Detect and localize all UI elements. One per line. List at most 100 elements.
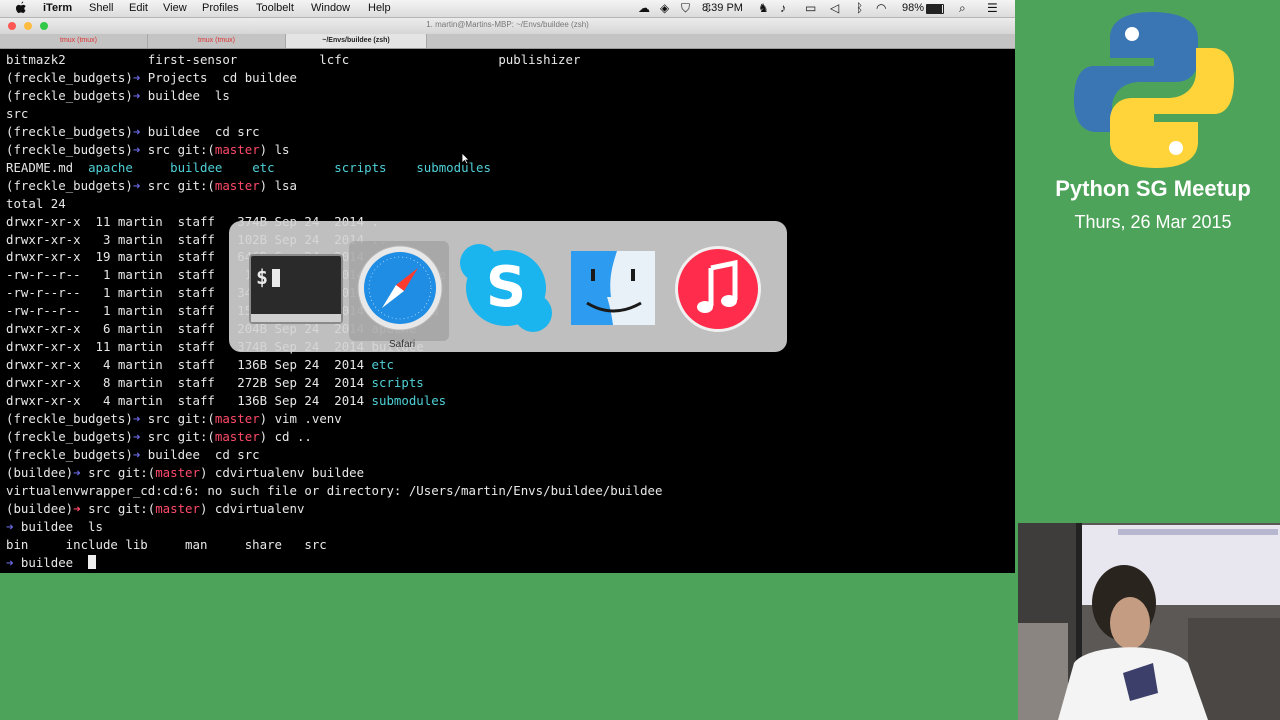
terminal-text: apache [88,159,133,175]
terminal-text: src git:( [147,141,215,157]
terminal-line: (freckle_budgets)➜ src git:(master) ls [6,141,290,159]
wifi-icon[interactable]: ◠ [876,1,886,15]
terminal-text: (freckle_budgets) [6,141,133,157]
terminal-text: drwxr-xr-x 8 martin staff 272B Sep 24 20… [6,375,372,391]
app-switcher-safari[interactable] [349,241,449,341]
terminal-text: master [214,177,260,193]
bell-icon[interactable]: ♪ [780,1,786,15]
tab-bar: tmux (tmux) tmux (tmux) ~/Envs/buildee (… [0,34,1015,49]
terminal-text: etc [252,159,275,175]
svg-text:$: $ [256,265,268,289]
app-switcher-itunes[interactable] [667,241,767,341]
terminal-text: src git:( [88,500,156,516]
terminal-text: ➜ [132,177,148,193]
dropbox-icon[interactable]: ◈ [660,1,669,15]
search-icon[interactable]: ⌕ [959,1,966,16]
terminal-text: virtualenvwrapper_cd:cd:6: no such file … [6,482,663,498]
terminal-line: (freckle_budgets)➜ buildee cd src [6,123,260,141]
app-switcher-label: Safari [388,339,416,350]
terminal-line: ➜ buildee ls [6,518,103,536]
terminal-text: drwxr-xr-x 4 martin staff 136B Sep 24 20… [6,393,372,409]
terminal-icon: $ [249,254,343,329]
terminal-text: bitmazk2 first-sensor lcfc publishizer [6,52,581,67]
meetup-title: Python SG Meetup [1055,176,1251,201]
terminal-line: bitmazk2 first-sensor lcfc publishizer [6,51,580,69]
meetup-date: Thurs, 26 Mar 2015 [1074,212,1232,232]
terminal-text: (freckle_budgets) [6,87,133,103]
terminal-text: buildee cd src [147,123,260,139]
tab-tmux-2[interactable]: tmux (tmux) [148,34,286,48]
terminal-text: bin include lib man share src [6,536,327,552]
mouse-cursor [461,152,470,170]
terminal-text: etc [371,357,394,373]
terminal-text: src git:( [147,411,215,426]
terminal-text: (freckle_budgets) [6,411,133,426]
terminal-text: ➜ [132,411,148,426]
menu-app-name[interactable]: iTerm [43,2,72,14]
terminal-text: master [214,411,260,426]
terminal-line: drwxr-xr-x 4 martin staff 136B Sep 24 20… [6,356,394,374]
terminal-line: (freckle_budgets)➜ Projects cd buildee [6,69,297,87]
terminal-text: master [155,464,200,480]
terminal-text: drwxr-xr-x 4 martin staff 136B Sep 24 20… [6,357,372,373]
terminal-text: src [6,105,29,121]
menu-view[interactable]: View [163,2,187,14]
battery-percent[interactable]: 98% [902,2,924,14]
display-icon[interactable]: ▭ [805,1,816,15]
finder-icon [571,251,655,330]
tab-tmux-1[interactable]: tmux (tmux) [10,34,148,48]
shield-icon[interactable]: ⛉ [681,1,690,16]
menu-shell[interactable]: Shell [89,2,113,14]
menu-edit[interactable]: Edit [129,2,148,14]
terminal-line: total 24 [6,195,66,213]
safari-icon [356,244,444,337]
terminal-text: Projects cd buildee [147,69,297,85]
terminal-text: scripts [334,159,387,175]
window-titlebar: 1. martin@Martins-MBP: ~/Envs/buildee (z… [0,18,1015,34]
terminal-line: README.md apache buildee etc scripts sub… [6,159,491,177]
terminal-text: submodules [371,393,447,409]
volume-icon[interactable]: ◁ [830,1,839,15]
clock[interactable]: 8:39 PM [702,2,743,14]
app-switcher-iterm[interactable]: $ [245,241,345,341]
terminal-text: (freckle_budgets) [6,69,133,85]
app-switcher-finder[interactable] [561,241,661,341]
terminal-line: (freckle_budgets)➜ buildee ls [6,87,230,105]
menu-help[interactable]: Help [368,2,391,14]
terminal-line: (freckle_budgets)➜ src git:(master) vim … [6,410,342,428]
terminal-text: ➜ [132,123,148,139]
battery-icon[interactable] [926,4,944,14]
menu-profiles[interactable]: Profiles [202,2,239,14]
terminal-line: (buildee)➜ src git:(master) cdvirtualenv [6,500,304,518]
terminal-text: buildee ls [147,87,230,103]
cloud-icon[interactable]: ☁ [638,1,650,15]
bird-icon[interactable]: ♞ [758,1,769,15]
list-icon[interactable]: ☰ [987,1,998,15]
terminal-text: src git:( [147,177,215,193]
svg-text:S: S [486,255,526,320]
terminal-text: ) lsa [259,177,297,193]
terminal-line: (buildee)➜ src git:(master) cdvirtualenv… [6,464,364,482]
bluetooth-icon[interactable]: ᛒ [856,1,863,15]
apple-icon[interactable] [15,1,27,17]
terminal-text: scripts [371,375,424,391]
terminal-text: (freckle_budgets) [6,446,133,462]
terminal-line: ➜ buildee [6,554,97,572]
terminal-line: src [6,105,28,123]
terminal-text: master [155,500,200,516]
tab-buildee[interactable]: ~/Envs/buildee (zsh) [286,34,427,48]
menu-window[interactable]: Window [311,2,350,14]
menu-toolbelt[interactable]: Toolbelt [256,2,294,14]
terminal-text: ➜ [132,428,148,444]
app-switcher-skype[interactable]: S [455,241,555,341]
itunes-icon [673,244,763,339]
terminal-text: README.md [6,159,89,175]
terminal-text: submodules [416,159,491,175]
terminal-text: (freckle_budgets) [6,428,133,444]
terminal-text: buildee ls [20,518,103,534]
terminal-line: drwxr-xr-x 4 martin staff 136B Sep 24 20… [6,392,446,410]
window-title: 1. martin@Martins-MBP: ~/Envs/buildee (z… [426,20,589,29]
text-cursor [88,554,97,569]
